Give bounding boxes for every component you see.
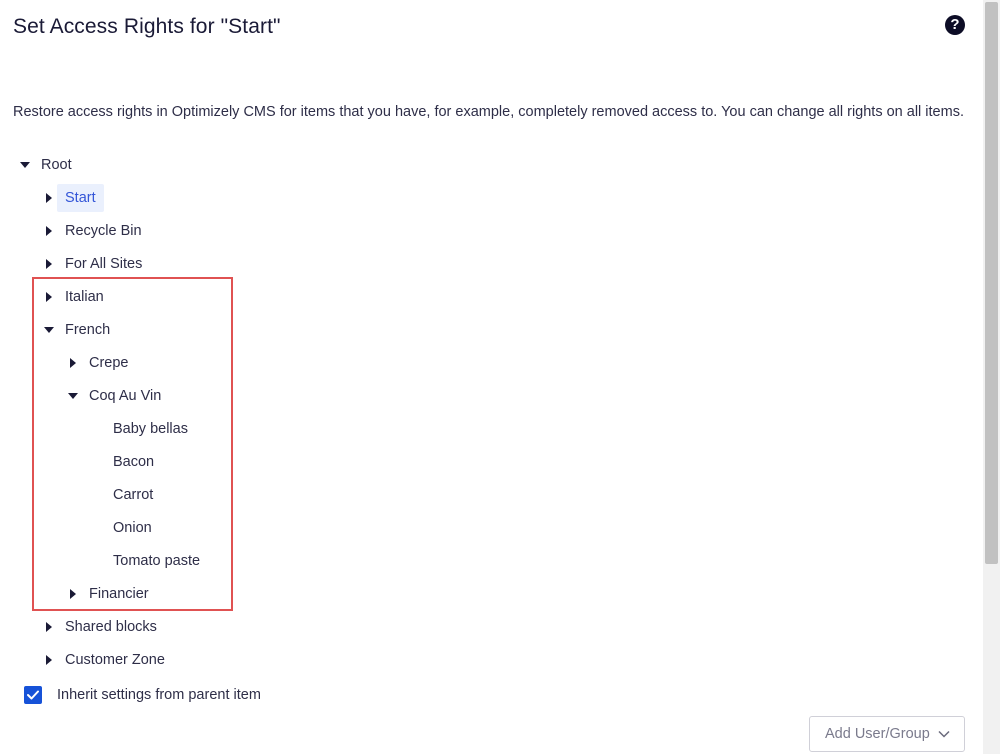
tree-node-label: Shared blocks (65, 619, 157, 635)
tree-node-label: Customer Zone (65, 652, 165, 668)
tree-node-crepe[interactable]: Crepe (65, 347, 137, 379)
vertical-scrollbar[interactable] (983, 0, 1000, 754)
caret-down-icon[interactable] (65, 388, 81, 404)
caret-right-icon[interactable] (41, 256, 57, 272)
tree-node-baby-bellas[interactable]: Baby bellas (113, 413, 196, 445)
tree-node-carrot[interactable]: Carrot (113, 479, 161, 511)
inherit-settings-label: Inherit settings from parent item (57, 687, 261, 703)
caret-down-icon[interactable] (41, 322, 57, 338)
tree-node-label: Bacon (113, 454, 155, 470)
tree-node-recycle-bin[interactable]: Recycle Bin (41, 215, 150, 247)
tree-node-label: Carrot (113, 487, 154, 503)
caret-right-icon[interactable] (65, 586, 81, 602)
tree-node-financier[interactable]: Financier (65, 578, 157, 610)
caret-right-icon[interactable] (41, 223, 57, 239)
tree-node-label: Financier (89, 586, 149, 602)
chevron-down-icon (938, 730, 950, 738)
tree-node-coq-au-vin[interactable]: Coq Au Vin (65, 380, 169, 412)
tree-node-label: Italian (65, 289, 104, 305)
check-icon (27, 690, 39, 700)
tree-node-bacon[interactable]: Bacon (113, 446, 162, 478)
tree-node-label: Onion (113, 520, 152, 536)
scrollbar-thumb[interactable] (985, 2, 998, 564)
tree-node-label: French (65, 322, 111, 338)
tree-node-italian[interactable]: Italian (41, 281, 112, 313)
tree-node-label: For All Sites (65, 256, 143, 272)
add-user-group-button[interactable]: Add User/Group (809, 716, 965, 752)
inherit-settings-row: Inherit settings from parent item (24, 686, 261, 704)
add-user-group-label: Add User/Group (825, 726, 930, 742)
tree-node-label: Baby bellas (113, 421, 188, 437)
caret-down-icon[interactable] (17, 157, 33, 173)
tree-node-start[interactable]: Start (41, 182, 104, 214)
tree-node-for-all-sites[interactable]: For All Sites (41, 248, 150, 280)
tree-node-customer-zone[interactable]: Customer Zone (41, 644, 173, 676)
description-text: Restore access rights in Optimizely CMS … (13, 104, 964, 120)
tree-node-root[interactable]: Root (17, 149, 80, 181)
caret-right-icon[interactable] (41, 190, 57, 206)
tree-node-label: Start (57, 184, 104, 212)
caret-right-icon[interactable] (41, 289, 57, 305)
tree-node-onion[interactable]: Onion (113, 512, 160, 544)
caret-right-icon[interactable] (41, 619, 57, 635)
tree-node-label: Coq Au Vin (89, 388, 162, 404)
tree-node-french[interactable]: French (41, 314, 118, 346)
tree-node-label: Root (41, 157, 72, 173)
tree-node-label: Tomato paste (113, 553, 201, 569)
access-rights-dialog: Set Access Rights for "Start" ? Restore … (0, 0, 1000, 754)
inherit-settings-checkbox[interactable] (24, 686, 42, 704)
help-icon[interactable]: ? (945, 15, 965, 35)
tree-node-shared-blocks[interactable]: Shared blocks (41, 611, 165, 643)
tree-node-label: Crepe (89, 355, 129, 371)
caret-right-icon[interactable] (41, 652, 57, 668)
page-title: Set Access Rights for "Start" (13, 15, 281, 38)
caret-right-icon[interactable] (65, 355, 81, 371)
tree-node-tomato-paste[interactable]: Tomato paste (113, 545, 208, 577)
tree-node-label: Recycle Bin (65, 223, 142, 239)
